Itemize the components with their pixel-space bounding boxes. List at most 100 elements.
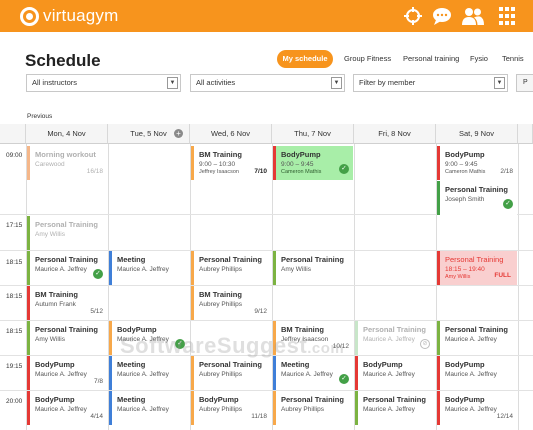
day-header-sun[interactable] <box>518 124 533 144</box>
event-card[interactable]: Meeting Maurice A. Jeffrey ✓ <box>273 356 353 390</box>
day-header-tue[interactable]: Tue, 5 Nov + <box>108 124 190 144</box>
event-card[interactable]: Personal Training Aubrey Phillips <box>191 251 271 285</box>
event-card[interactable]: BM Training Aubrey Phillips 9/12 <box>191 286 271 320</box>
chevron-down-icon: ▼ <box>494 77 505 89</box>
event-title: Personal Training <box>35 325 98 334</box>
brand-name: virtuagym <box>43 6 119 25</box>
event-trainer: Maurice A. Jeffrey <box>117 266 169 273</box>
event-attendance: 12/14 <box>496 413 513 420</box>
previous-link[interactable]: Previous <box>27 113 52 120</box>
tab-my-schedule[interactable]: My schedule <box>277 50 333 68</box>
event-card[interactable]: Personal Training Aubrey Phillips <box>273 391 353 425</box>
event-trainer: Aubrey Phillips <box>281 406 324 413</box>
event-title: BodyPump <box>445 360 485 369</box>
time-label: 19:15 <box>6 363 23 370</box>
event-title: Morning workout <box>35 150 96 159</box>
tab-fysio[interactable]: Fysio <box>470 50 488 68</box>
tab-tennis[interactable]: Tennis <box>502 50 524 68</box>
check-icon: ✓ <box>339 164 349 174</box>
event-card[interactable]: BodyPump Maurice A. Jeffrey 7/8 <box>27 356 107 390</box>
event-title: BM Training <box>199 290 242 299</box>
print-button[interactable]: P <box>516 74 533 92</box>
time-label: 17:15 <box>6 222 23 229</box>
event-time: 9:00 – 9:45 <box>445 161 478 168</box>
event-trainer: Maurice A. Jeffrey <box>445 336 497 343</box>
event-card[interactable]: Morning workout Carewood 16/18 <box>27 146 107 180</box>
column-divider <box>518 144 519 430</box>
event-title: BodyPump <box>199 395 239 404</box>
event-title: Personal Training <box>363 325 426 334</box>
event-card[interactable]: Meeting Maurice A. Jeffrey <box>109 251 189 285</box>
day-header-wed[interactable]: Wed, 6 Nov <box>190 124 272 144</box>
day-header-sat[interactable]: Sat, 9 Nov <box>436 124 518 144</box>
activity-select[interactable]: All activities ▼ <box>190 74 345 92</box>
event-card[interactable]: Personal Training Maurice A. Jeffrey ⊘ <box>355 321 435 355</box>
event-card[interactable]: Meeting Maurice A. Jeffrey <box>109 391 189 425</box>
member-filter[interactable]: Filter by member ▼ <box>353 74 508 92</box>
event-card[interactable]: Personal Training Aubrey Phillips <box>191 356 271 390</box>
event-title: BodyPump <box>363 360 403 369</box>
event-card[interactable]: BodyPump Maurice A. Jeffrey 4/14 <box>27 391 107 425</box>
event-card[interactable]: BodyPump Maurice A. Jeffrey <box>355 356 435 390</box>
event-card[interactable]: BodyPump Aubrey Phillips 11/18 <box>191 391 271 425</box>
event-trainer: Maurice A. Jeffrey <box>363 371 415 378</box>
apps-grid-icon[interactable] <box>496 6 518 26</box>
event-title: BodyPump <box>35 395 75 404</box>
event-card[interactable]: BodyPump Maurice A. Jeffrey 12/14 <box>437 391 517 425</box>
event-trainer: Amy Willis <box>35 231 65 238</box>
event-trainer: Aubrey Phillips <box>199 266 242 273</box>
tab-personal-training[interactable]: Personal training <box>403 50 459 68</box>
watermark: SoftwareSuggest.com <box>120 333 344 359</box>
event-card[interactable]: Personal Training Amy Willis <box>27 321 107 355</box>
add-class-icon[interactable]: + <box>174 129 183 138</box>
users-icon[interactable] <box>462 6 484 26</box>
event-card[interactable]: BM Training 9:00 – 10:30 Jeffrey Isaacso… <box>191 146 271 180</box>
virtuagym-logo[interactable]: virtuagym <box>20 6 119 26</box>
event-title: Meeting <box>117 395 146 404</box>
chat-icon[interactable] <box>431 6 453 26</box>
day-header-fri[interactable]: Fri, 8 Nov <box>354 124 436 144</box>
event-trainer: Maurice A. Jeffrey <box>363 406 415 413</box>
event-location: Carewood <box>35 161 65 168</box>
day-header-thu[interactable]: Thu, 7 Nov <box>272 124 354 144</box>
time-label: 09:00 <box>6 152 23 159</box>
watermark-text: SoftwareSuggest <box>120 333 308 358</box>
event-card[interactable]: Personal Training Maurice A. Jeffrey <box>437 321 517 355</box>
event-attendance: 9/12 <box>254 308 267 315</box>
event-card[interactable]: Personal Training 18:15 – 19:40 Amy Will… <box>437 251 517 285</box>
event-trainer: Maurice A. Jeffrey <box>35 406 87 413</box>
event-card[interactable]: Personal Training Amy Willis <box>27 216 107 250</box>
event-attendance: 16/18 <box>86 168 103 175</box>
event-card[interactable]: BM Training Autumn Frank 5/12 <box>27 286 107 320</box>
event-card[interactable]: Personal Training Joseph Smith ✓ <box>437 181 517 215</box>
event-title: BodyPump <box>445 395 485 404</box>
event-card[interactable]: Meeting Maurice A. Jeffrey <box>109 356 189 390</box>
activity-select-value: All activities <box>196 78 236 87</box>
event-card[interactable]: Personal Training Maurice A. Jeffrey ✓ <box>27 251 107 285</box>
event-title: BM Training <box>35 290 78 299</box>
event-card[interactable]: BodyPump 9:00 – 9:45 Cameron Mathis 2/18 <box>437 146 517 180</box>
event-attendance: 4/14 <box>90 413 103 420</box>
event-title: Personal Training <box>281 395 344 404</box>
event-title: Personal Training <box>445 325 508 334</box>
event-title: BodyPump <box>281 150 321 159</box>
check-icon: ✓ <box>93 269 103 279</box>
event-trainer: Maurice A. Jeffrey <box>445 371 497 378</box>
event-card[interactable]: BodyPump 9:00 – 9:45 Cameron Mathis ✓ <box>273 146 353 180</box>
event-card[interactable]: Personal Training Maurice A. Jeffrey <box>355 391 435 425</box>
event-attendance: 7/8 <box>93 378 103 385</box>
event-title: BM Training <box>199 150 242 159</box>
check-icon: ✓ <box>339 374 349 384</box>
instructor-select[interactable]: All instructors ▼ <box>26 74 181 92</box>
crosshair-icon[interactable] <box>402 6 424 26</box>
logo-icon <box>20 6 39 26</box>
day-header-mon[interactable]: Mon, 4 Nov <box>26 124 108 144</box>
tab-group-fitness[interactable]: Group Fitness <box>344 50 391 68</box>
event-trainer: Aubrey Phillips <box>199 301 242 308</box>
event-time: 9:00 – 10:30 <box>199 161 236 168</box>
event-card[interactable]: Personal Training Amy Willis <box>273 251 353 285</box>
chevron-down-icon: ▼ <box>331 77 342 89</box>
day-header-tue-label: Tue, 5 Nov <box>130 129 167 138</box>
event-card[interactable]: BodyPump Maurice A. Jeffrey <box>437 356 517 390</box>
page-title: Schedule <box>25 51 101 70</box>
